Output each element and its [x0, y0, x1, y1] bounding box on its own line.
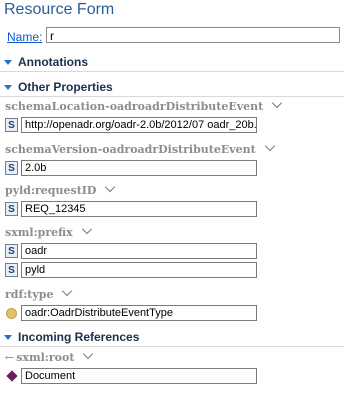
property-name: rdf:type	[5, 288, 54, 301]
chevron-down-icon[interactable]	[264, 140, 275, 152]
form-title: Resource Form	[4, 1, 115, 18]
section-divider	[0, 71, 344, 72]
chevron-down-icon[interactable]	[81, 223, 92, 235]
section-divider	[0, 346, 344, 347]
prefix-label[interactable]: sxml:prefix	[5, 223, 92, 241]
chevron-down-icon[interactable]	[83, 348, 94, 360]
incoming-root-value-row: Document	[5, 368, 343, 386]
property-name: schemaVersion-oadroadrDistributeEvent	[5, 143, 256, 156]
prefix-value[interactable]: oadr	[21, 243, 257, 259]
request-id-value[interactable]: REQ_12345	[21, 201, 257, 217]
section-divider	[0, 96, 344, 97]
property-name: pyld:requestID	[5, 184, 97, 197]
annotations-section-header[interactable]: Annotations	[0, 53, 88, 71]
name-link[interactable]: Name:	[7, 30, 42, 44]
chevron-down-icon[interactable]	[105, 181, 116, 193]
circle-icon	[6, 308, 17, 319]
property-name: schemaLocation-oadroadrDistributeEvent	[5, 100, 264, 113]
triangle-down-icon	[4, 334, 12, 340]
triangle-down-icon	[4, 59, 12, 65]
schema-location-value[interactable]: http://openadr.org/oadr-2.0b/2012/07 oad…	[21, 117, 257, 133]
rdf-type-value[interactable]: oadr:OadrDistributeEventType	[21, 305, 257, 321]
literal-badge-icon: S	[5, 244, 18, 258]
diamond-icon	[6, 370, 18, 382]
schema-version-value-row: S 2.0b	[5, 160, 343, 178]
request-id-label[interactable]: pyld:requestID	[5, 181, 116, 199]
schema-location-label[interactable]: schemaLocation-oadroadrDistributeEvent	[5, 97, 283, 115]
prefix-value-row: S oadr	[5, 243, 343, 261]
incoming-root-value[interactable]: Document	[21, 368, 257, 384]
rdf-type-value-row: oadr:OadrDistributeEventType	[5, 305, 343, 323]
chevron-down-icon[interactable]	[62, 285, 73, 297]
triangle-down-icon	[4, 84, 12, 90]
annotations-section-title: Annotations	[18, 55, 88, 69]
literal-badge-icon: S	[5, 118, 18, 132]
incoming-references-section-header[interactable]: Incoming References	[0, 328, 139, 346]
incoming-references-section-title: Incoming References	[18, 330, 140, 344]
property-name: sxml:root	[16, 351, 75, 364]
schema-location-value-row: S http://openadr.org/oadr-2.0b/2012/07 o…	[5, 117, 343, 135]
schema-version-label[interactable]: schemaVersion-oadroadrDistributeEvent	[5, 140, 275, 158]
chevron-down-icon[interactable]	[272, 97, 283, 109]
prefix-value-row: S pyld	[5, 262, 343, 280]
literal-badge-icon: S	[5, 161, 18, 175]
rdf-type-label[interactable]: rdf:type	[5, 285, 73, 303]
arrow-left-icon: ←	[5, 351, 15, 364]
schema-version-value[interactable]: 2.0b	[21, 160, 257, 176]
incoming-root-label[interactable]: ← sxml:root	[5, 348, 94, 366]
request-id-value-row: S REQ_12345	[5, 201, 343, 219]
prefix-value[interactable]: pyld	[21, 262, 257, 278]
literal-badge-icon: S	[5, 202, 18, 216]
other-properties-section-header[interactable]: Other Properties	[0, 78, 113, 96]
other-properties-section-title: Other Properties	[18, 80, 113, 94]
literal-badge-icon: S	[5, 263, 18, 277]
name-input[interactable]: r	[46, 27, 340, 43]
property-name: sxml:prefix	[5, 226, 73, 239]
